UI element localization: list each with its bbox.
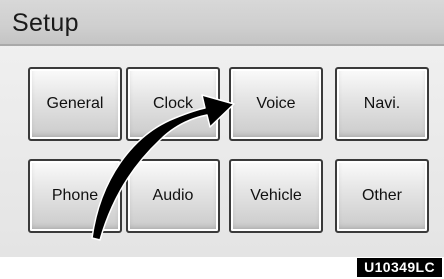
general-button[interactable]: General	[28, 67, 122, 141]
title-bar: Setup	[0, 0, 444, 46]
figure-code-label: U10349LC	[357, 258, 442, 277]
other-button[interactable]: Other	[335, 159, 429, 233]
setup-screen: Setup General Clock Voice Navi. Phone Au…	[0, 0, 444, 257]
clock-button[interactable]: Clock	[126, 67, 220, 141]
phone-button[interactable]: Phone	[28, 159, 122, 233]
vehicle-button[interactable]: Vehicle	[229, 159, 323, 233]
page-title: Setup	[12, 9, 79, 37]
voice-button[interactable]: Voice	[229, 67, 323, 141]
audio-button[interactable]: Audio	[126, 159, 220, 233]
navi-button[interactable]: Navi.	[335, 67, 429, 141]
